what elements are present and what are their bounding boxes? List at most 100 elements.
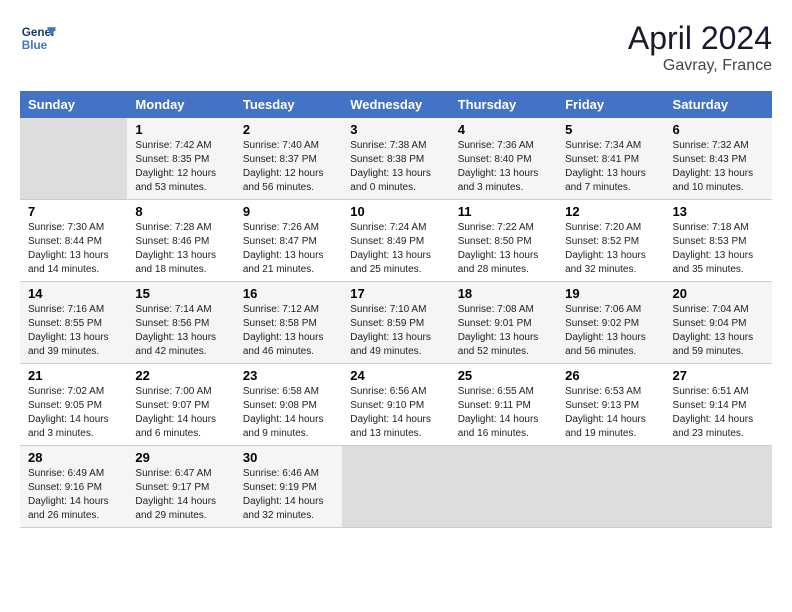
calendar-day-cell: 28 Sunrise: 6:49 AMSunset: 9:16 PMDayligh… [20,446,127,528]
day-number: 9 [243,204,334,219]
day-info: Sunrise: 7:00 AMSunset: 9:07 PMDaylight:… [135,385,226,441]
weekday-header: Monday [127,91,234,118]
day-info: Sunrise: 7:14 AMSunset: 8:56 PMDaylight:… [135,303,226,359]
calendar-day-cell: 29 Sunrise: 6:47 AMSunset: 9:17 PMDayligh… [127,446,234,528]
day-number: 23 [243,368,334,383]
calendar-day-cell: 14 Sunrise: 7:16 AMSunset: 8:55 PMDayligh… [20,282,127,364]
calendar-day-cell: 4 Sunrise: 7:36 AMSunset: 8:40 PMDaylight… [450,118,557,200]
calendar-day-cell: 20 Sunrise: 7:04 AMSunset: 9:04 PMDayligh… [665,282,772,364]
day-info: Sunrise: 7:26 AMSunset: 8:47 PMDaylight:… [243,221,334,277]
day-number: 25 [458,368,549,383]
logo-icon: General Blue [20,20,56,56]
day-number: 1 [135,122,226,137]
day-info: Sunrise: 7:06 AMSunset: 9:02 PMDaylight:… [565,303,656,359]
calendar-day-cell: 12Sunrise: 7:20 AMSunset: 8:52 PMDayligh… [557,200,664,282]
day-info: Sunrise: 7:04 AMSunset: 9:04 PMDaylight:… [673,303,764,359]
calendar-day-cell [20,118,127,200]
day-number: 6 [673,122,764,137]
day-info: Sunrise: 7:20 AMSunset: 8:52 PMDaylight:… [565,221,656,277]
day-number: 2 [243,122,334,137]
day-info: Sunrise: 7:18 AMSunset: 8:53 PMDaylight:… [673,221,764,277]
day-number: 20 [673,286,764,301]
logo: General Blue General Blue [20,20,56,56]
calendar-day-cell: 16 Sunrise: 7:12 AMSunset: 8:58 PMDayligh… [235,282,342,364]
day-info: Sunrise: 7:38 AMSunset: 8:38 PMDaylight:… [350,139,441,195]
day-info: Sunrise: 7:42 AMSunset: 8:35 PMDaylight:… [135,139,226,195]
day-info: Sunrise: 6:47 AMSunset: 9:17 PMDaylight:… [135,467,226,523]
day-number: 19 [565,286,656,301]
day-info: Sunrise: 7:24 AMSunset: 8:49 PMDaylight:… [350,221,441,277]
calendar-day-cell: 22 Sunrise: 7:00 AMSunset: 9:07 PMDayligh… [127,364,234,446]
day-number: 14 [28,286,119,301]
day-number: 3 [350,122,441,137]
day-info: Sunrise: 6:49 AMSunset: 9:16 PMDaylight:… [28,467,119,523]
day-number: 30 [243,450,334,465]
day-info: Sunrise: 7:36 AMSunset: 8:40 PMDaylight:… [458,139,549,195]
day-info: Sunrise: 6:46 AMSunset: 9:19 PMDaylight:… [243,467,334,523]
day-info: Sunrise: 7:16 AMSunset: 8:55 PMDaylight:… [28,303,119,359]
day-number: 18 [458,286,549,301]
weekday-header: Wednesday [342,91,449,118]
calendar-day-cell: 2 Sunrise: 7:40 AMSunset: 8:37 PMDaylight… [235,118,342,200]
calendar-week-row: 14 Sunrise: 7:16 AMSunset: 8:55 PMDayligh… [20,282,772,364]
day-number: 28 [28,450,119,465]
page-header: General Blue General Blue April 2024 Gav… [20,20,772,75]
calendar-day-cell: 13 Sunrise: 7:18 AMSunset: 8:53 PMDayligh… [665,200,772,282]
day-number: 16 [243,286,334,301]
day-number: 7 [28,204,119,219]
calendar-day-cell [557,446,664,528]
calendar-day-cell: 23 Sunrise: 6:58 AMSunset: 9:08 PMDayligh… [235,364,342,446]
calendar-day-cell [665,446,772,528]
day-number: 4 [458,122,549,137]
day-number: 24 [350,368,441,383]
calendar-day-cell [342,446,449,528]
day-number: 27 [673,368,764,383]
calendar-day-cell: 19 Sunrise: 7:06 AMSunset: 9:02 PMDayligh… [557,282,664,364]
day-number: 15 [135,286,226,301]
calendar-day-cell: 7 Sunrise: 7:30 AMSunset: 8:44 PMDaylight… [20,200,127,282]
day-info: Sunrise: 7:28 AMSunset: 8:46 PMDaylight:… [135,221,226,277]
day-info: Sunrise: 7:40 AMSunset: 8:37 PMDaylight:… [243,139,334,195]
day-info: Sunrise: 7:10 AMSunset: 8:59 PMDaylight:… [350,303,441,359]
day-number: 22 [135,368,226,383]
calendar-header: SundayMondayTuesdayWednesdayThursdayFrid… [20,91,772,118]
calendar-week-row: 28 Sunrise: 6:49 AMSunset: 9:16 PMDayligh… [20,446,772,528]
day-info: Sunrise: 6:58 AMSunset: 9:08 PMDaylight:… [243,385,334,441]
day-info: Sunrise: 7:12 AMSunset: 8:58 PMDaylight:… [243,303,334,359]
calendar-day-cell: 9 Sunrise: 7:26 AMSunset: 8:47 PMDaylight… [235,200,342,282]
calendar-day-cell: 15 Sunrise: 7:14 AMSunset: 8:56 PMDayligh… [127,282,234,364]
day-info: Sunrise: 6:53 AMSunset: 9:13 PMDaylight:… [565,385,656,441]
day-number: 5 [565,122,656,137]
day-number: 10 [350,204,441,219]
calendar-day-cell [450,446,557,528]
calendar-day-cell: 6Sunrise: 7:32 AMSunset: 8:43 PMDaylight… [665,118,772,200]
calendar-day-cell: 26 Sunrise: 6:53 AMSunset: 9:13 PMDayligh… [557,364,664,446]
day-number: 13 [673,204,764,219]
day-number: 29 [135,450,226,465]
day-info: Sunrise: 7:34 AMSunset: 8:41 PMDaylight:… [565,139,656,195]
weekday-header: Friday [557,91,664,118]
calendar-day-cell: 18 Sunrise: 7:08 AMSunset: 9:01 PMDayligh… [450,282,557,364]
day-number: 8 [135,204,226,219]
day-number: 11 [458,204,549,219]
day-info: Sunrise: 7:08 AMSunset: 9:01 PMDaylight:… [458,303,549,359]
calendar-day-cell: 5 Sunrise: 7:34 AMSunset: 8:41 PMDaylight… [557,118,664,200]
day-info: Sunrise: 7:30 AMSunset: 8:44 PMDaylight:… [28,221,119,277]
day-number: 21 [28,368,119,383]
calendar-week-row: 7 Sunrise: 7:30 AMSunset: 8:44 PMDaylight… [20,200,772,282]
day-info: Sunrise: 6:56 AMSunset: 9:10 PMDaylight:… [350,385,441,441]
day-info: Sunrise: 7:02 AMSunset: 9:05 PMDaylight:… [28,385,119,441]
calendar-day-cell: 25 Sunrise: 6:55 AMSunset: 9:11 PMDayligh… [450,364,557,446]
weekday-header: Saturday [665,91,772,118]
calendar-week-row: 21 Sunrise: 7:02 AMSunset: 9:05 PMDayligh… [20,364,772,446]
weekday-header: Thursday [450,91,557,118]
day-info: Sunrise: 7:22 AMSunset: 8:50 PMDaylight:… [458,221,549,277]
month-title: April 2024 [628,20,772,57]
calendar-day-cell: 3 Sunrise: 7:38 AMSunset: 8:38 PMDaylight… [342,118,449,200]
day-number: 26 [565,368,656,383]
calendar-day-cell: 27Sunrise: 6:51 AMSunset: 9:14 PMDayligh… [665,364,772,446]
weekday-header: Tuesday [235,91,342,118]
day-info: Sunrise: 6:55 AMSunset: 9:11 PMDaylight:… [458,385,549,441]
location: Gavray, France [628,57,772,75]
calendar-week-row: 1 Sunrise: 7:42 AMSunset: 8:35 PMDaylight… [20,118,772,200]
